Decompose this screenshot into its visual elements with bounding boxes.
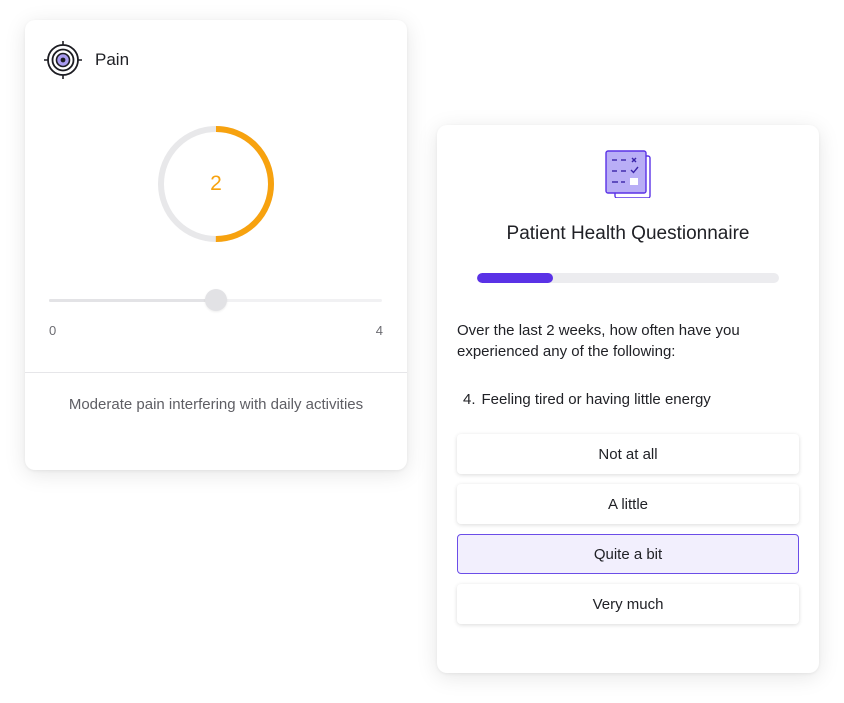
divider [25, 372, 407, 373]
pain-title: Pain [95, 50, 130, 69]
clipboard-form-icon [605, 150, 651, 198]
progress-bar [477, 273, 779, 283]
slider-fill [49, 299, 216, 302]
option-very-much[interactable]: Very much [457, 584, 799, 624]
pain-description: Moderate pain interfering with daily act… [68, 396, 364, 413]
question-number: 4. [463, 391, 476, 408]
pain-header: Pain [43, 40, 129, 80]
progress-fill [477, 273, 553, 283]
questionnaire-title: Patient Health Questionnaire [506, 223, 750, 244]
question-label: Feeling tired or having little energy [481, 391, 711, 408]
question-prompt: Over the last 2 weeks, how often have yo… [457, 322, 740, 360]
target-icon [44, 41, 82, 79]
pain-card: Pain 2 0 4 Moderate pain interfering wit… [25, 20, 407, 470]
slider-max-label: 4 [375, 323, 383, 338]
option-a-little[interactable]: A little [457, 484, 799, 524]
pain-slider[interactable] [49, 288, 382, 312]
gauge-value: 2 [210, 172, 222, 195]
pain-gauge: 2 [156, 124, 276, 244]
option-quite-a-bit[interactable]: Quite a bit [457, 534, 799, 574]
option-not-at-all[interactable]: Not at all [457, 434, 799, 474]
slider-thumb[interactable] [204, 289, 227, 311]
answer-options: Not at all A little Quite a bit Very muc… [457, 434, 799, 634]
question-text: 4. Feeling tired or having little energy [463, 391, 711, 408]
questionnaire-card: Patient Health Questionnaire Over the la… [437, 125, 819, 673]
slider-min-label: 0 [49, 323, 57, 338]
